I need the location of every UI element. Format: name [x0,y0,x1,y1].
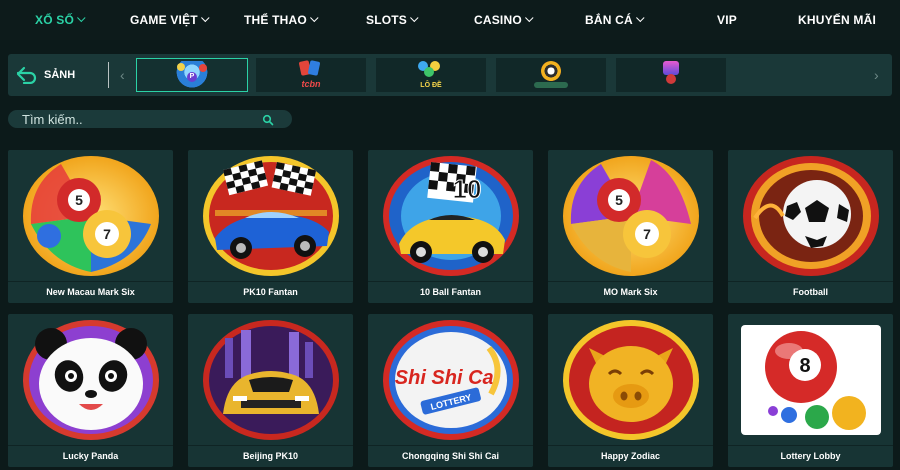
football-icon [742,156,879,276]
game-card[interactable]: 5 7 New Macau Mark Six [8,150,173,303]
panda-icon [22,320,159,440]
game-card[interactable]: 8 Lottery Lobby [728,314,893,467]
game-title: PK10 Fantan [243,287,298,297]
provider-strip: SẢNH ‹ P tcbn LÔ ĐỀ › [8,54,892,96]
lottery-ball-8-icon: 8 [740,325,881,435]
game-card[interactable]: 10 10 Ball Fantan [368,150,533,303]
shi-shi-cai-logo: Shi Shi Cai LOTTERY [382,320,519,440]
provider-tab-3[interactable]: LÔ ĐỀ [376,58,486,92]
back-label: SẢNH [44,69,76,81]
svg-text:Shi Shi Cai: Shi Shi Cai [394,367,499,389]
chevron-down-icon [524,13,534,23]
game-card[interactable]: 5 7 MO Mark Six [548,150,713,303]
provider-tab-1[interactable]: P [136,58,248,92]
gaming-provider-logo [652,61,690,89]
chevron-down-icon [635,13,645,23]
top-navigation: XỔ SỐ GAME VIỆT THỂ THAO SLOTS CASINO BẮ… [0,0,900,40]
game-title: New Macau Mark Six [46,287,135,297]
game-card[interactable]: Shi Shi Cai LOTTERY Chongqing Shi Shi Ca… [368,314,533,467]
nav-item-khuyen-mai[interactable]: KHUYẾN MÃI [798,0,876,40]
nav-item-slots[interactable]: SLOTS [366,0,419,40]
svg-text:10: 10 [452,174,481,204]
game-title: 10 Ball Fantan [419,287,482,297]
nav-item-the-thao[interactable]: THỂ THAO [244,0,319,40]
search-bar [8,110,292,128]
game-title: Lottery Lobby [780,451,841,461]
game-card[interactable]: Beijing PK10 [188,314,353,467]
chevron-down-icon [200,13,210,23]
game-title: Chongqing Shi Shi Cai [402,451,499,461]
divider [108,62,109,88]
game-title: Happy Zodiac [600,451,660,461]
svg-text:7: 7 [643,226,651,242]
game-card[interactable]: PK10 Fantan [188,150,353,303]
chevron-down-icon [77,13,86,23]
gpi-play-provider-logo [532,61,570,89]
golden-pig-icon [562,320,699,440]
lo-de-provider-logo: LÔ ĐỀ [412,61,450,89]
ten-ball-car-icon: 10 [382,156,519,276]
race-car-flags-icon [202,156,339,276]
back-arrow-icon [16,66,37,84]
svg-text:5: 5 [75,192,83,208]
tcbn-provider-logo: tcbn [292,60,330,89]
scroll-right-arrow-icon[interactable]: › [874,54,879,96]
sports-car-icon [202,320,339,440]
lottery-balls-icon: 5 7 [22,156,159,276]
nav-item-casino[interactable]: CASINO [474,0,534,40]
svg-text:7: 7 [103,226,111,242]
game-title: Beijing PK10 [242,451,298,461]
lottery-balls-icon: 5 7 [562,156,699,276]
lottery-provider-logo: P [173,61,211,89]
svg-text:5: 5 [615,192,623,208]
nav-item-xo-so[interactable]: XỔ SỐ [35,0,86,40]
nav-item-ban-ca[interactable]: BẮN CÁ [585,0,645,40]
nav-item-game-viet[interactable]: GAME VIỆT [130,0,210,40]
game-title: Football [793,287,828,297]
game-title: MO Mark Six [603,287,658,297]
svg-text:8: 8 [799,355,810,377]
search-input[interactable] [22,111,242,127]
provider-tab-5[interactable] [616,58,726,92]
scroll-left-arrow-icon[interactable]: ‹ [120,54,125,96]
game-card[interactable]: Happy Zodiac [548,314,713,467]
game-title: Lucky Panda [62,451,119,461]
chevron-down-icon [309,13,319,23]
game-card[interactable]: Lucky Panda [8,314,173,467]
provider-tab-2[interactable]: tcbn [256,58,366,92]
chevron-down-icon [410,13,419,23]
game-card[interactable]: Football [728,150,893,303]
nav-item-vip[interactable]: VIP [717,0,737,40]
provider-tab-4[interactable] [496,58,606,92]
back-to-lobby-button[interactable]: SẢNH [16,54,75,96]
search-icon[interactable] [262,113,274,131]
